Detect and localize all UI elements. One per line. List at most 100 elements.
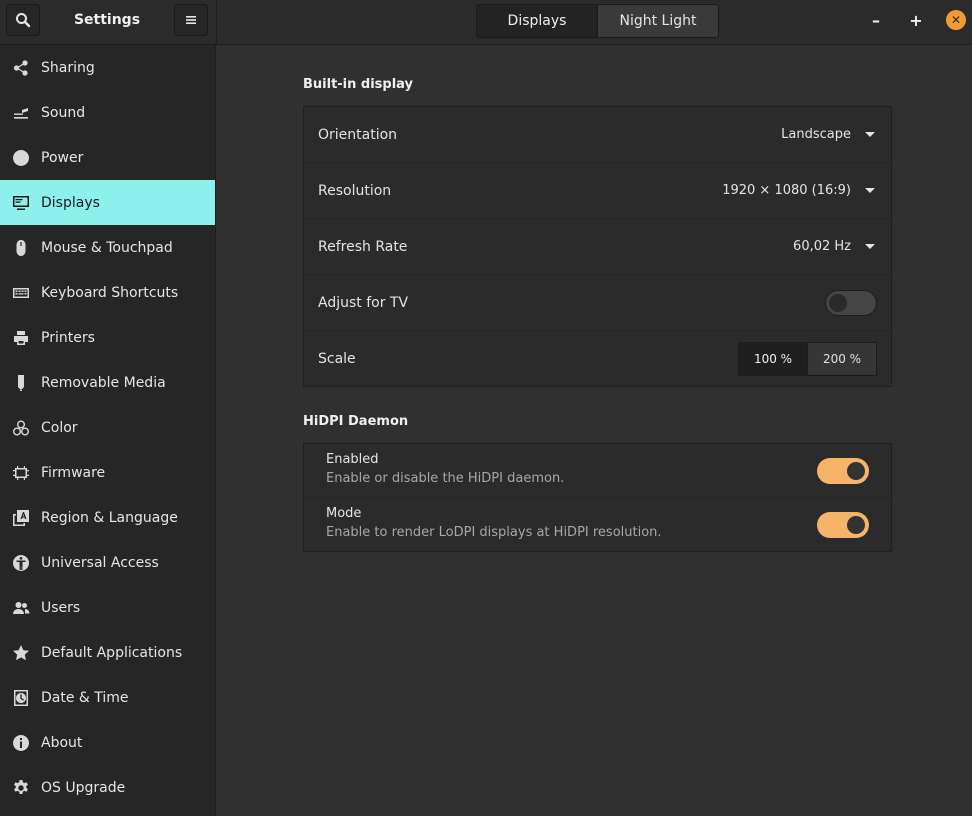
hidpi-enabled-title: Enabled <box>326 452 379 467</box>
sidebar-item-label: Keyboard Shortcuts <box>41 284 179 301</box>
adjust-tv-row: Adjust for TV <box>304 275 891 331</box>
sidebar-item-keyboard[interactable]: Keyboard Shortcuts <box>0 270 215 315</box>
sidebar-item-os-upgrade[interactable]: OS Upgrade <box>0 765 215 810</box>
refresh-rate-row: Refresh Rate 60,02 Hz <box>304 219 891 275</box>
app-title: Settings <box>73 12 141 28</box>
hamburger-icon <box>186 16 196 24</box>
adjust-tv-label: Adjust for TV <box>318 294 409 311</box>
clock-icon <box>11 688 31 708</box>
sidebar: Sharing Sound Power Displays Mouse & Tou… <box>0 45 216 816</box>
sidebar-item-region[interactable]: Region & Language <box>0 495 215 540</box>
sidebar-item-label: Power <box>41 149 84 166</box>
power-icon <box>11 148 31 168</box>
sidebar-item-label: Universal Access <box>41 554 159 571</box>
resolution-row: Resolution 1920 × 1080 (16:9) <box>304 163 891 219</box>
sidebar-item-label: Region & Language <box>41 509 178 526</box>
sidebar-item-label: Mouse & Touchpad <box>41 239 173 256</box>
hidpi-panel: Enabled Enable or disable the HiDPI daem… <box>303 443 892 552</box>
usb-icon <box>11 373 31 393</box>
sidebar-item-label: Default Applications <box>41 644 183 661</box>
star-icon <box>11 643 31 663</box>
header-bar: Settings Displays Night Light – + ✕ <box>0 0 972 45</box>
sidebar-item-firmware[interactable]: Firmware <box>0 450 215 495</box>
orientation-dropdown[interactable]: Landscape <box>781 127 875 142</box>
hidpi-mode-row: Mode Enable to render LoDPI displays at … <box>304 498 891 551</box>
main-content: Built-in display Orientation Landscape R… <box>217 45 972 816</box>
search-button[interactable] <box>6 4 40 36</box>
sound-icon <box>11 103 31 123</box>
orientation-value: Landscape <box>781 127 851 142</box>
sidebar-item-default-applications[interactable]: Default Applications <box>0 630 215 675</box>
accessibility-icon <box>11 553 31 573</box>
hidpi-enabled-switch[interactable] <box>817 458 869 484</box>
resolution-value: 1920 × 1080 (16:9) <box>722 183 851 198</box>
sidebar-item-label: Sharing <box>41 59 95 76</box>
language-icon <box>11 508 31 528</box>
sidebar-item-color[interactable]: Color <box>0 405 215 450</box>
scale-label: Scale <box>318 350 356 367</box>
chip-icon <box>11 463 31 483</box>
scale-100-button[interactable]: 100 % <box>739 342 807 375</box>
dropdown-arrow-icon <box>865 188 875 193</box>
view-switcher: Displays Night Light <box>476 4 719 38</box>
sidebar-item-label: About <box>41 734 83 751</box>
keyboard-icon <box>11 283 31 303</box>
sidebar-item-users[interactable]: Users <box>0 585 215 630</box>
refresh-rate-label: Refresh Rate <box>318 238 408 255</box>
info-icon <box>11 733 31 753</box>
builtin-display-panel: Orientation Landscape Resolution 1920 × … <box>303 106 892 387</box>
sidebar-item-printers[interactable]: Printers <box>0 315 215 360</box>
scale-200-button[interactable]: 200 % <box>807 342 876 375</box>
tab-displays[interactable]: Displays <box>477 5 597 37</box>
sidebar-item-label: Date & Time <box>41 689 129 706</box>
orientation-row: Orientation Landscape <box>304 107 891 163</box>
scale-selector: 100 % 200 % <box>738 341 877 376</box>
dropdown-arrow-icon <box>865 244 875 249</box>
sidebar-item-label: Displays <box>41 194 100 211</box>
sidebar-item-label: Removable Media <box>41 374 166 391</box>
color-icon <box>11 418 31 438</box>
sidebar-item-sound[interactable]: Sound <box>0 90 215 135</box>
hidpi-mode-title: Mode <box>326 506 362 521</box>
switch-knob <box>847 516 865 534</box>
tab-night-light[interactable]: Night Light <box>597 5 718 37</box>
share-icon <box>11 58 31 78</box>
sidebar-item-label: Printers <box>41 329 95 346</box>
scale-row: Scale 100 % 200 % <box>304 331 891 386</box>
maximize-button[interactable]: + <box>906 10 926 30</box>
sidebar-item-label: Users <box>41 599 81 616</box>
sidebar-item-power[interactable]: Power <box>0 135 215 180</box>
resolution-dropdown[interactable]: 1920 × 1080 (16:9) <box>722 183 875 198</box>
refresh-rate-value: 60,02 Hz <box>793 239 851 254</box>
menu-button[interactable] <box>174 4 208 36</box>
display-icon <box>11 193 31 213</box>
sidebar-item-label: Color <box>41 419 78 436</box>
sidebar-item-sharing[interactable]: Sharing <box>0 45 215 90</box>
sidebar-item-label: Sound <box>41 104 86 121</box>
switch-knob <box>829 293 847 312</box>
dropdown-arrow-icon <box>865 132 875 137</box>
sidebar-item-date-time[interactable]: Date & Time <box>0 675 215 720</box>
sidebar-item-displays[interactable]: Displays <box>0 180 215 225</box>
sidebar-item-universal-access[interactable]: Universal Access <box>0 540 215 585</box>
printer-icon <box>11 328 31 348</box>
adjust-tv-switch[interactable] <box>825 289 877 316</box>
gear-icon <box>11 778 31 798</box>
sidebar-header: Settings <box>0 0 217 44</box>
mouse-icon <box>11 238 31 258</box>
orientation-label: Orientation <box>318 126 398 143</box>
search-icon <box>16 13 31 28</box>
hidpi-mode-switch[interactable] <box>817 512 869 538</box>
sidebar-item-removable-media[interactable]: Removable Media <box>0 360 215 405</box>
sidebar-item-label: Firmware <box>41 464 106 481</box>
hidpi-mode-description: Enable to render LoDPI displays at HiDPI… <box>326 525 662 540</box>
resolution-label: Resolution <box>318 182 392 199</box>
users-icon <box>11 598 31 618</box>
builtin-display-title: Built-in display <box>303 77 414 92</box>
close-button[interactable]: ✕ <box>946 10 966 30</box>
minimize-button[interactable]: – <box>866 10 886 30</box>
sidebar-item-mouse[interactable]: Mouse & Touchpad <box>0 225 215 270</box>
hidpi-title: HiDPI Daemon <box>303 414 409 429</box>
refresh-rate-dropdown[interactable]: 60,02 Hz <box>793 239 875 254</box>
sidebar-item-about[interactable]: About <box>0 720 215 765</box>
